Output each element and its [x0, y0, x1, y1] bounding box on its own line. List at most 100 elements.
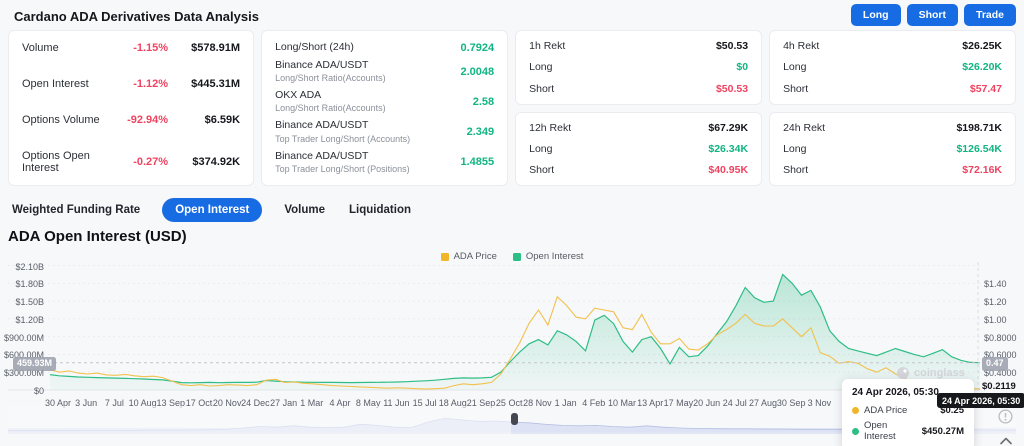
ratio-value: 2.0048 [460, 66, 494, 78]
ratio-label: Binance ADA/USDTTop Trader Long/Short (A… [275, 119, 467, 144]
tooltip-series-dot [852, 428, 859, 435]
tooltip-series-value: $450.27M [922, 426, 964, 437]
ratio-sublabel: Long/Short Ratio(Accounts) [275, 73, 460, 84]
ratio-value: 2.58 [473, 96, 494, 108]
ratio-row: OKX ADALong/Short Ratio(Accounts)2.58 [275, 89, 494, 114]
derivatives-stats-card: Volume-1.15%$578.91M Open Interest-1.12%$… [8, 30, 254, 186]
long-button[interactable]: Long [851, 4, 901, 26]
ratio-row: Long/Short (24h)0.7924 [275, 41, 494, 54]
tab-weighted-funding-rate[interactable]: Weighted Funding Rate [10, 199, 142, 221]
rekt-card: 24h Rekt$198.71K Long$126.54K Short$72.16K [769, 112, 1016, 187]
rekt-card: 12h Rekt$67.29KLong$26.34KShort$40.95K [515, 112, 762, 187]
y-axis-label-left: $2.10B [0, 262, 44, 272]
rekt-card-header: 4h Rekt$26.25K [783, 40, 1002, 52]
rekt-title: 24h Rekt [783, 122, 956, 134]
y-axis-label-left: $0 [0, 386, 44, 396]
rekt-short-row: Short$50.53 [529, 83, 748, 95]
tooltip-series-name: Open Interest [864, 420, 917, 442]
crosshair-date-badge: 24 Apr 2026, 05:30 [937, 393, 1024, 408]
stat-label: Options Open Interest [22, 150, 110, 174]
rekt-long-value: $0 [736, 61, 748, 73]
stat-label: Volume [22, 42, 110, 54]
tooltip-series-name: ADA Price [864, 405, 935, 416]
y-axis-label-left: $1.50B [0, 297, 44, 307]
rekt-long-row: Long$26.34K [529, 143, 748, 155]
ratio-label: Binance ADA/USDTLong/Short Ratio(Account… [275, 59, 460, 84]
long-short-ratio-card: Long/Short (24h)0.7924 Binance ADA/USDTLo… [261, 30, 508, 186]
ratio-sublabel: Long/Short Ratio(Accounts) [275, 103, 473, 114]
rekt-title: 1h Rekt [529, 40, 716, 52]
tab-open-interest[interactable]: Open Interest [162, 198, 262, 222]
ratio-sublabel: Top Trader Long/Short (Positions) [275, 164, 460, 175]
y-axis-label-left: $1.80B [0, 279, 44, 289]
rekt-column-2: 4h Rekt$26.25K Long$26.20K Short$57.47 24h … [769, 30, 1016, 186]
rekt-long-row: Long$0 [529, 61, 748, 73]
rekt-long-row: Long$126.54K [783, 143, 1002, 155]
rekt-long-value: $126.54K [956, 143, 1002, 155]
rekt-card-header: 12h Rekt$67.29K [529, 122, 748, 134]
rekt-title: 4h Rekt [783, 40, 962, 52]
stat-row: Open Interest-1.12%$445.31M [22, 78, 240, 90]
rekt-long-label: Long [783, 61, 962, 73]
navigator-unselected-right [969, 406, 1016, 434]
stat-value: $6.59K [168, 114, 240, 126]
y-axis-label-left: $900.00M [0, 333, 44, 343]
page-title: Cardano ADA Derivatives Data Analysis [14, 9, 259, 24]
ratio-value: 2.349 [467, 126, 495, 138]
rekt-long-value: $26.34K [708, 143, 748, 155]
y-axis-label-right: $1.00 [984, 315, 1007, 325]
ratio-value: 1.4855 [460, 156, 494, 168]
y-axis-label-right: $1.20 [984, 297, 1007, 307]
rekt-card: 4h Rekt$26.25K Long$26.20K Short$57.47 [769, 30, 1016, 105]
short-button[interactable]: Short [907, 4, 958, 26]
rekt-short-row: Short$57.47 [783, 83, 1002, 95]
stat-change-pct: -0.27% [110, 156, 168, 168]
chart-section-title: ADA Open Interest (USD) [8, 228, 187, 245]
y-axis-label-left: $1.20B [0, 315, 44, 325]
stat-row: Options Open Interest-0.27%$374.92K [22, 150, 240, 174]
rekt-short-label: Short [529, 164, 708, 176]
stat-change-pct: -1.15% [110, 42, 168, 54]
navigator-unselected-left [8, 406, 511, 434]
chart-tooltip: 24 Apr 2026, 05:30 ADA Price$0.25Open In… [842, 379, 974, 446]
rekt-long-label: Long [529, 61, 736, 73]
stat-value: $578.91M [168, 42, 240, 54]
trade-button[interactable]: Trade [964, 4, 1016, 26]
ratio-label: OKX ADALong/Short Ratio(Accounts) [275, 89, 473, 114]
watermark-text: coinglass [914, 367, 965, 379]
ratio-row: Binance ADA/USDTTop Trader Long/Short (P… [275, 150, 494, 175]
rekt-total: $50.53 [716, 40, 748, 52]
tab-liquidation[interactable]: Liquidation [347, 199, 413, 221]
header-actions: Long Short Trade [851, 4, 1016, 26]
navigator-handle-left[interactable] [511, 413, 518, 425]
collapse-chevron-up-icon[interactable] [1000, 432, 1012, 446]
tab-volume[interactable]: Volume [282, 199, 327, 221]
rekt-total: $26.25K [962, 40, 1002, 52]
rekt-long-label: Long [529, 143, 708, 155]
rekt-total: $67.29K [708, 122, 748, 134]
summary-cards: Volume-1.15%$578.91M Open Interest-1.12%$… [8, 30, 1016, 186]
rekt-short-label: Short [783, 83, 970, 95]
stat-label: Options Volume [22, 114, 110, 126]
y-axis-label-right: $1.40 [984, 279, 1007, 289]
rekt-title: 12h Rekt [529, 122, 708, 134]
ratio-row: Binance ADA/USDTLong/Short Ratio(Account… [275, 59, 494, 84]
latest-oi-badge-left: 459.93M [13, 357, 56, 371]
rekt-short-value: $72.16K [962, 164, 1002, 176]
tooltip-row: Open Interest $450.27M [852, 420, 964, 442]
ratio-label: Long/Short (24h) [275, 41, 460, 54]
rekt-short-row: Short$40.95K [529, 164, 748, 176]
stat-row: Volume-1.15%$578.91M [22, 42, 240, 54]
rekt-long-row: Long$26.20K [783, 61, 1002, 73]
rekt-short-value: $50.53 [716, 83, 748, 95]
rekt-card-header: 24h Rekt$198.71K [783, 122, 1002, 134]
ratio-row: Binance ADA/USDTTop Trader Long/Short (A… [275, 119, 494, 144]
chart-tabs: Weighted Funding Rate Open Interest Volume… [10, 197, 413, 223]
rekt-card-header: 1h Rekt$50.53 [529, 40, 748, 52]
rekt-short-label: Short [783, 164, 962, 176]
tooltip-series-dot [852, 407, 859, 414]
rekt-total: $198.71K [956, 122, 1002, 134]
ratio-label: Binance ADA/USDTTop Trader Long/Short (P… [275, 150, 460, 175]
coinglass-logo-icon [896, 366, 910, 380]
stat-label: Open Interest [22, 78, 110, 90]
